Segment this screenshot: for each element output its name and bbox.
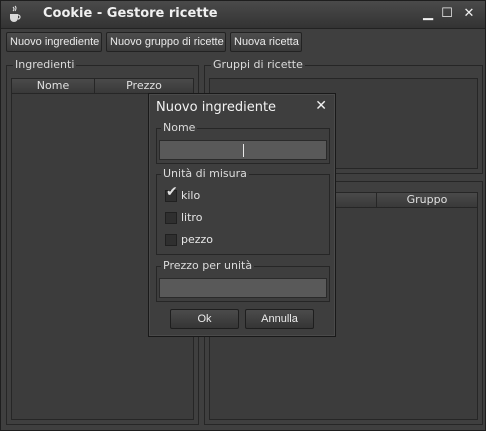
new-ingredient-button[interactable]: Nuovo ingrediente [6,32,102,52]
ok-button[interactable]: Ok [170,309,239,329]
price-section: Prezzo per unità [156,259,330,302]
close-icon[interactable]: ✕ [461,6,477,22]
dialog-title: Nuovo ingrediente [156,100,277,115]
minimize-icon[interactable]: ▁ [420,6,436,22]
unit-option-label: pezzo [181,233,214,246]
recipe-groups-panel-title: Gruppi di ricette [211,58,305,71]
window-title: Cookie - Gestore ricette [43,6,218,21]
cancel-button[interactable]: Annulla [245,309,314,329]
checkmark-icon: ✔ [166,184,178,200]
checkbox[interactable] [165,234,177,246]
name-section-label: Nome [161,121,198,134]
new-recipe-group-button[interactable]: Nuovo gruppo di ricette [106,32,226,52]
column-header-price[interactable]: Prezzo [95,79,193,94]
price-section-label: Prezzo per unità [161,259,255,272]
unit-option-label: kilo [181,189,201,202]
price-input[interactable] [159,278,327,298]
new-ingredient-dialog: Nuovo ingrediente ✕ Nome Unità di misura… [148,93,336,337]
name-input[interactable] [159,140,327,160]
unit-option-label: litro [181,211,203,224]
unit-section-label: Unità di misura [161,167,249,180]
column-header-name[interactable]: Nome [12,79,95,94]
java-cup-icon [10,5,21,22]
checkbox[interactable] [165,212,177,224]
ingredients-panel-title: Ingredienti [13,58,77,71]
new-recipe-button[interactable]: Nuova ricetta [230,32,302,52]
column-header-group[interactable]: Gruppo [377,193,477,208]
maximize-icon[interactable]: ☐ [439,6,455,22]
unit-section: Unità di misura ✔ kilo litro pezzo [156,167,330,255]
name-section: Nome [156,121,330,164]
title-bar[interactable]: Cookie - Gestore ricette ▁ ☐ ✕ [1,1,485,29]
dialog-close-icon[interactable]: ✕ [315,98,327,114]
text-caret [243,144,244,157]
